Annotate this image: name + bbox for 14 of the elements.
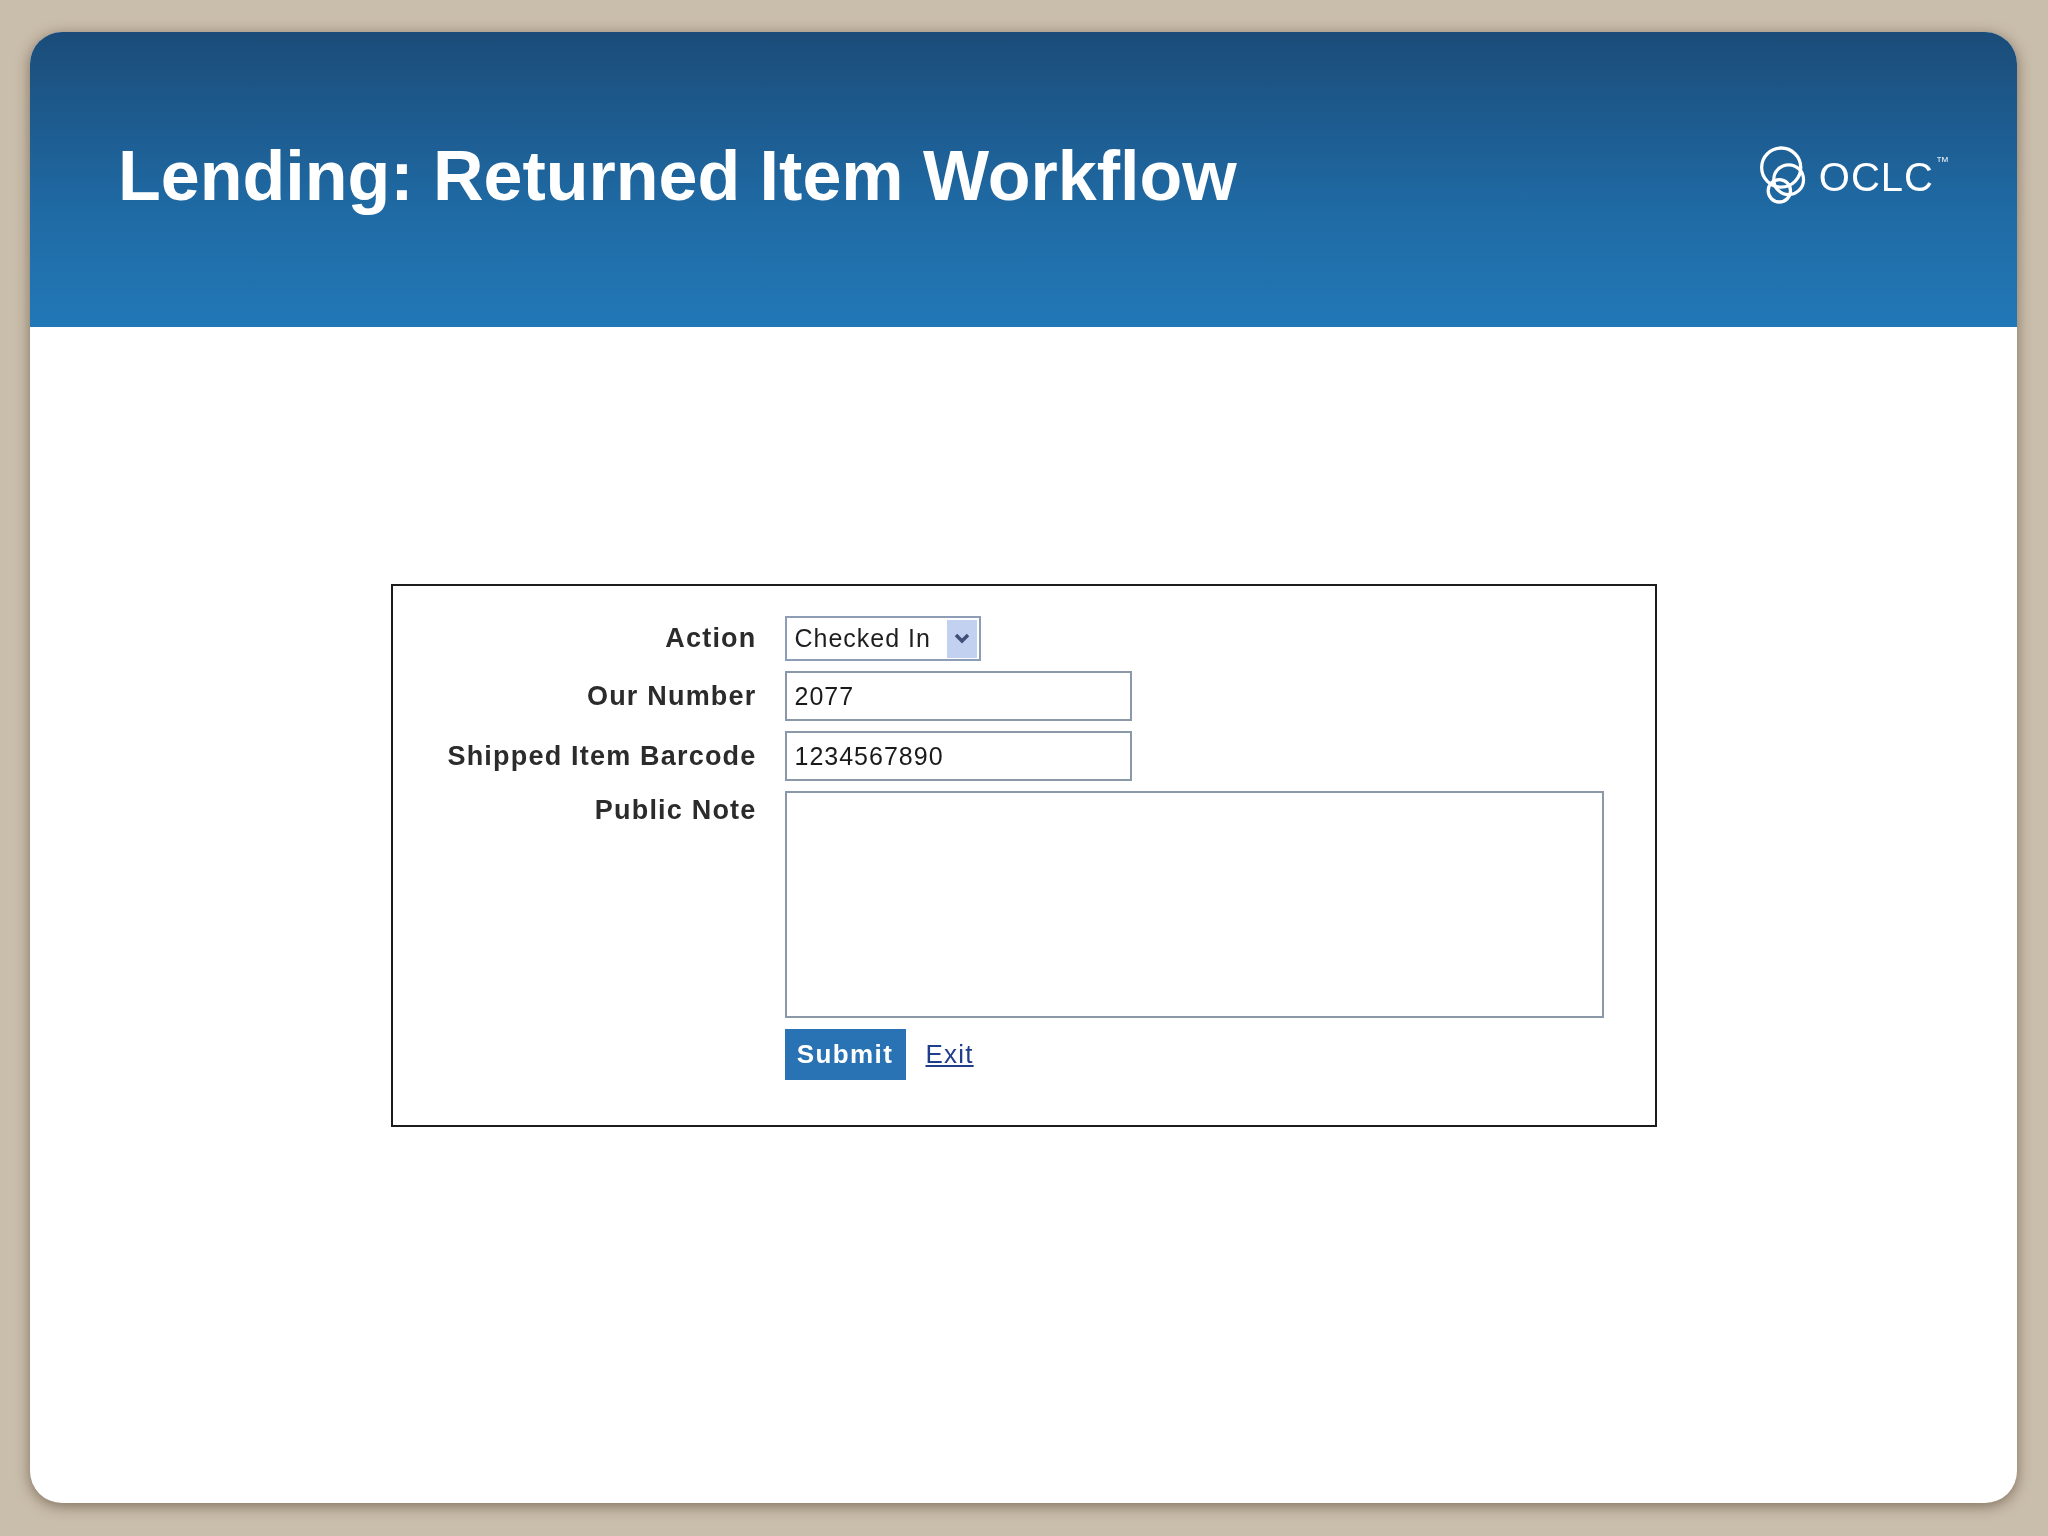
field-label: Public Note <box>593 794 757 826</box>
field-label: Shipped Item Barcode <box>446 740 757 772</box>
field-label: Our Number <box>585 680 757 712</box>
chevron-down-icon <box>946 619 977 658</box>
slide-title: Lending: Returned Item Workflow <box>118 138 1237 215</box>
submit-button[interactable]: Submit <box>784 1029 906 1080</box>
text-field[interactable]: 2077 <box>784 671 1132 721</box>
text-field[interactable]: 1234567890 <box>784 731 1132 781</box>
field-label: Action <box>664 623 757 654</box>
exit-link[interactable]: Exit <box>925 1039 974 1070</box>
trademark-sign: ™ <box>1936 154 1949 168</box>
action-select[interactable]: Checked In <box>784 616 981 661</box>
note-field[interactable] <box>784 791 1604 1018</box>
logo-wordmark: OCLC <box>1818 156 1934 197</box>
